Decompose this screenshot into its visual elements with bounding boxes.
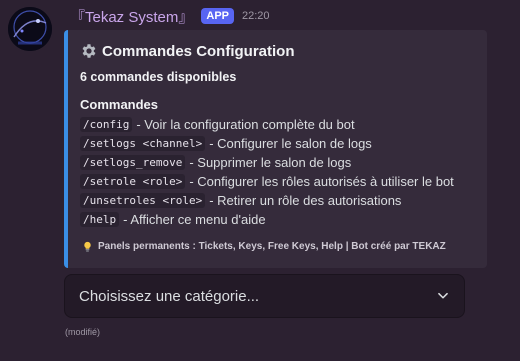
command-code: /config	[80, 117, 133, 132]
command-description: - Configurer le salon de logs	[209, 136, 372, 151]
command-item: /help - Afficher ce menu d'aide	[80, 210, 475, 229]
timestamp[interactable]: 22:20	[242, 10, 270, 22]
command-description: - Supprimer le salon de logs	[189, 155, 352, 170]
command-code: /setlogs_remove	[80, 155, 186, 170]
edited-label: (modifié)	[65, 327, 101, 337]
lightbulb-icon	[82, 241, 93, 252]
embed-footer: Panels permanents : Tickets, Keys, Free …	[82, 241, 446, 252]
command-code: /unsetroles <role>	[80, 193, 206, 208]
gear-icon	[80, 42, 98, 60]
chevron-down-icon[interactable]	[436, 289, 450, 303]
embed-title-text: Commandes Configuration	[102, 42, 295, 60]
avatar[interactable]	[8, 7, 52, 51]
command-code: /setlogs <channel>	[80, 136, 206, 151]
command-description: - Voir la configuration complète du bot	[136, 117, 355, 132]
message-header: 『Tekaz System』 APP 22:20	[70, 6, 270, 26]
embed-card: Commandes Configuration 6 commandes disp…	[64, 30, 487, 268]
command-item: /setlogs_remove - Supprimer le salon de …	[80, 153, 475, 172]
command-description: - Configurer les rôles autorisés à utili…	[189, 174, 454, 189]
command-item: /setlogs <channel> - Configurer le salon…	[80, 134, 475, 153]
command-list: /config - Voir la configuration complète…	[80, 115, 475, 229]
author-name[interactable]: 『Tekaz System』	[70, 6, 193, 27]
command-item: /config - Voir la configuration complète…	[80, 115, 475, 134]
command-code: /help	[80, 212, 120, 227]
embed-title: Commandes Configuration	[80, 40, 475, 62]
command-description: - Retirer un rôle des autorisations	[209, 193, 402, 208]
embed-description: 6 commandes disponibles	[80, 70, 237, 84]
app-badge: APP	[201, 8, 234, 24]
section-title: Commandes	[80, 97, 159, 112]
select-placeholder: Choisissez une catégorie...	[79, 287, 260, 305]
command-code: /setrole <role>	[80, 174, 186, 189]
category-select[interactable]: Choisissez une catégorie...	[64, 274, 465, 318]
command-item: /setrole <role> - Configurer les rôles a…	[80, 172, 475, 191]
command-item: /unsetroles <role> - Retirer un rôle des…	[80, 191, 475, 210]
footer-text: Panels permanents : Tickets, Keys, Free …	[98, 241, 446, 252]
command-description: - Afficher ce menu d'aide	[123, 212, 266, 227]
